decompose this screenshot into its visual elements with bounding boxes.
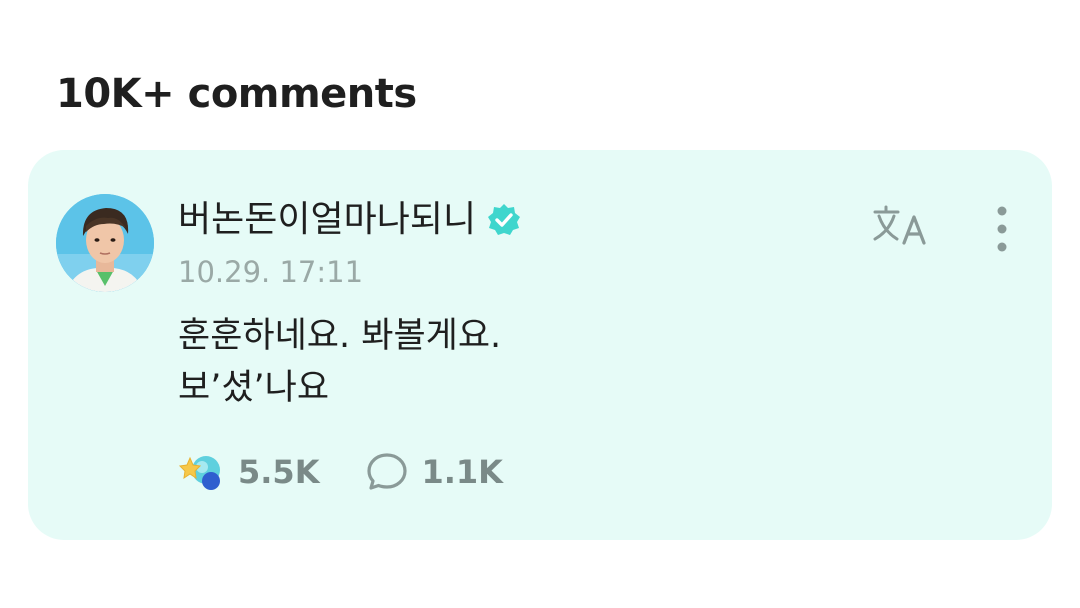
comment-actions: 5.5K 1.1K bbox=[178, 446, 503, 498]
comment-bubble-icon bbox=[367, 453, 408, 490]
comment-body: 훈훈하네요. 봐볼게요. 보’셨’나요 bbox=[178, 310, 501, 414]
translate-button[interactable] bbox=[870, 200, 932, 250]
more-options-button[interactable] bbox=[982, 202, 1022, 256]
reaction-button[interactable]: 5.5K bbox=[178, 446, 319, 498]
reply-count: 1.1K bbox=[421, 453, 503, 491]
comments-count-title: 10K+ comments bbox=[56, 71, 417, 117]
comments-page: 10K+ comments 버논돈이얼마나되니 10.29. 17:11 훈훈하… bbox=[0, 0, 1080, 608]
author-row: 버논돈이얼마나되니 bbox=[178, 194, 522, 246]
reaction-icon bbox=[178, 456, 220, 490]
comment-timestamp: 10.29. 17:11 bbox=[178, 255, 364, 289]
translate-icon bbox=[873, 205, 926, 245]
author-name[interactable]: 버논돈이얼마나되니 bbox=[178, 194, 476, 246]
avatar-image bbox=[56, 194, 154, 292]
comment-line: 보’셨’나요 bbox=[178, 368, 330, 408]
avatar[interactable] bbox=[56, 194, 154, 292]
comment-card: 버논돈이얼마나되니 10.29. 17:11 훈훈하네요. 봐볼게요. 보’셨’… bbox=[28, 150, 1052, 540]
reaction-count: 5.5K bbox=[238, 453, 320, 491]
reply-button[interactable]: 1.1K bbox=[365, 446, 503, 498]
comment-line: 훈훈하네요. 봐볼게요. bbox=[178, 316, 502, 356]
more-vertical-icon bbox=[997, 206, 1007, 252]
verified-badge-icon bbox=[486, 202, 522, 238]
